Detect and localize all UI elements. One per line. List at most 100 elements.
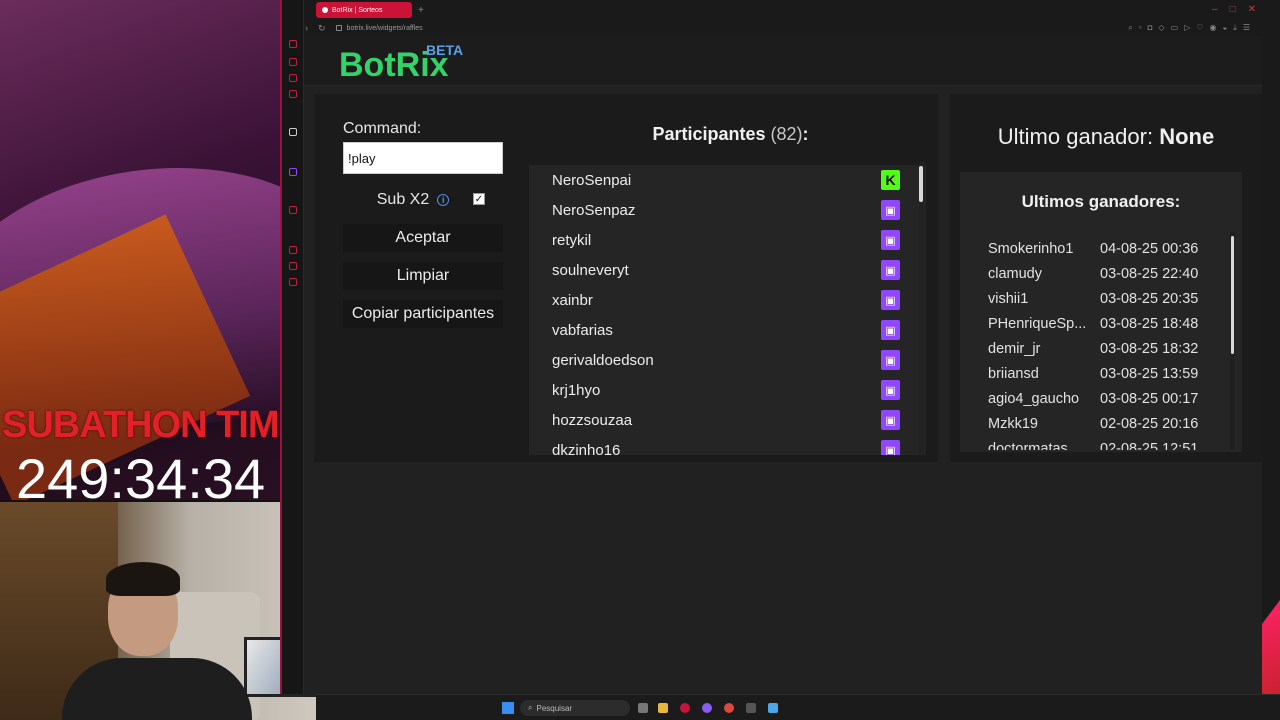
winner-row: demir_jr 03-08-25 18:32	[988, 336, 1228, 361]
participant-name: hozzsouzaa	[552, 411, 633, 429]
close-icon[interactable]: ✕	[1248, 4, 1256, 15]
search-icon: ⌕	[528, 703, 533, 712]
kick-icon: K	[881, 170, 900, 190]
accept-button[interactable]: Aceptar	[343, 224, 503, 252]
play-icon[interactable]: ▷	[1184, 23, 1190, 33]
participant-row[interactable]: NeroSenpai K	[529, 165, 926, 195]
winner-date: 04-08-25 00:36	[1100, 240, 1199, 257]
winner-name: Mzkk19	[988, 415, 1038, 432]
sidebar-item-icon[interactable]	[289, 40, 297, 48]
copy-participants-button[interactable]: Copiar participantes	[343, 300, 503, 328]
windows-start-icon[interactable]	[502, 702, 514, 714]
twitch-icon: ▣	[881, 380, 900, 400]
info-icon[interactable]: i	[437, 194, 450, 206]
forward-icon[interactable]: ›	[305, 23, 308, 33]
winners-scrollbar-thumb[interactable]	[1231, 236, 1234, 354]
task-view-icon[interactable]	[638, 703, 648, 713]
participant-row[interactable]: vabfarias ▣	[529, 315, 926, 345]
messenger-icon[interactable]: ◉	[1209, 23, 1216, 33]
bookmark-icon[interactable]: ▭	[1171, 23, 1179, 33]
participant-name: gerivaldoedson	[552, 351, 654, 369]
taskbar-search[interactable]: ⌕ Pesquisar	[520, 700, 630, 716]
winner-name: vishii1	[988, 290, 1029, 307]
recent-winners-box: Ultimos ganadores: Smokerinho1 04-08-25 0…	[960, 172, 1242, 452]
participants-scrollbar[interactable]	[919, 162, 925, 454]
sidebar-item-icon[interactable]	[289, 206, 297, 214]
winner-row: Mzkk19 02-08-25 20:16	[988, 411, 1228, 436]
minimize-icon[interactable]: –	[1212, 4, 1218, 15]
zoom-icon[interactable]: ⌕	[1128, 23, 1132, 33]
sidebar-item-icon[interactable]	[289, 74, 297, 82]
sub-multiplier-label: Sub X2	[376, 191, 430, 208]
person-hair	[106, 562, 180, 596]
file-explorer-icon[interactable]	[658, 703, 668, 713]
sidebar-item-icon[interactable]	[289, 90, 297, 98]
sub-multiplier-checkbox[interactable]: ✓	[473, 193, 485, 205]
participant-row[interactable]: krj1hyo ▣	[529, 375, 926, 405]
tab-title: BotRix | Sorteos	[332, 6, 383, 14]
command-input[interactable]	[343, 142, 503, 174]
participants-count: (82)	[770, 124, 803, 144]
page-content: BotRix BETA Command: Sub X2 i ✓ Aceptar …	[304, 36, 1262, 694]
new-tab-icon[interactable]: +	[418, 5, 424, 16]
notepad-icon[interactable]	[768, 703, 778, 713]
participant-name: vabfarias	[552, 321, 613, 339]
winner-row: briiansd 03-08-25 13:59	[988, 361, 1228, 386]
extension-icon[interactable]: ▫	[1139, 23, 1142, 33]
sidebar-twitch-icon[interactable]	[289, 168, 297, 176]
winner-name: briiansd	[988, 365, 1039, 382]
winner-date: 03-08-25 22:40	[1100, 265, 1199, 282]
last-winner-value: None	[1159, 124, 1215, 149]
participant-name: xainbr	[552, 291, 593, 309]
heart-icon[interactable]: ♡	[1196, 23, 1203, 33]
chrome-icon[interactable]	[724, 703, 734, 713]
twitch-icon: ▣	[881, 290, 900, 310]
tab-bar: BotRix | Sorteos + – □ ✕	[282, 0, 1260, 20]
twitch-icon: ▣	[881, 230, 900, 250]
participant-row[interactable]: soulneveryt ▣	[529, 255, 926, 285]
participant-name: dkzinho16	[552, 441, 621, 456]
sidebar-item-icon[interactable]	[289, 128, 297, 136]
participant-row[interactable]: dkzinho16 ▣	[529, 435, 926, 455]
menu-icon[interactable]: ☰	[1243, 23, 1250, 33]
download-icon[interactable]: ⤓	[1233, 23, 1237, 33]
wallet-icon[interactable]: ◒	[1222, 23, 1227, 33]
participants-label: Participantes	[652, 124, 766, 144]
sidebar-item-icon[interactable]	[289, 262, 297, 270]
participants-list[interactable]: NeroSenpai K NeroSenpaz ▣ retykil ▣ soulnevery…	[529, 165, 926, 455]
participants-scrollbar-thumb[interactable]	[919, 166, 923, 202]
winner-name: doctormatas	[988, 440, 1068, 451]
raffle-panel: Command: Sub X2 i ✓ Aceptar Limpiar Copi…	[314, 94, 938, 462]
camera-icon[interactable]: ◘	[1148, 23, 1153, 33]
participant-row[interactable]: gerivaldoedson ▣	[529, 345, 926, 375]
webcam-feed	[0, 500, 316, 720]
twitch-icon: ▣	[881, 260, 900, 280]
beta-badge: BETA	[426, 42, 464, 58]
participant-row[interactable]: xainbr ▣	[529, 285, 926, 315]
messenger-app-icon[interactable]	[702, 703, 712, 713]
reload-icon[interactable]: ↻	[318, 23, 326, 34]
winner-name: agio4_gaucho	[988, 390, 1080, 407]
twitch-icon: ▣	[881, 350, 900, 370]
participant-row[interactable]: hozzsouzaa ▣	[529, 405, 926, 435]
winner-date: 03-08-25 13:59	[1100, 365, 1199, 382]
participant-name: krj1hyo	[552, 381, 601, 399]
participant-row[interactable]: NeroSenpaz ▣	[529, 195, 926, 225]
app-icon[interactable]	[746, 703, 756, 713]
recent-winners-list[interactable]: Smokerinho1 04-08-25 00:36 clamudy 03-08-25…	[988, 236, 1228, 451]
sidebar-item-icon[interactable]	[289, 246, 297, 254]
participant-name: NeroSenpaz	[552, 201, 636, 219]
clear-button[interactable]: Limpiar	[343, 262, 503, 290]
shield-icon[interactable]: ◇	[1158, 23, 1164, 33]
participant-row[interactable]: retykil ▣	[529, 225, 926, 255]
lock-icon	[335, 25, 342, 31]
maximize-icon[interactable]: □	[1230, 4, 1236, 15]
winner-date: 02-08-25 12:51	[1100, 440, 1199, 451]
twitch-icon: ▣	[881, 410, 900, 430]
opera-gx-icon[interactable]	[680, 703, 690, 713]
sidebar-item-icon[interactable]	[289, 278, 297, 286]
tab-botrix[interactable]: BotRix | Sorteos	[316, 2, 412, 18]
sidebar-item-icon[interactable]	[289, 58, 297, 66]
url-field[interactable]: botrix.live/widgets/raffles	[335, 24, 423, 32]
url-text: botrix.live/widgets/raffles	[346, 24, 423, 32]
